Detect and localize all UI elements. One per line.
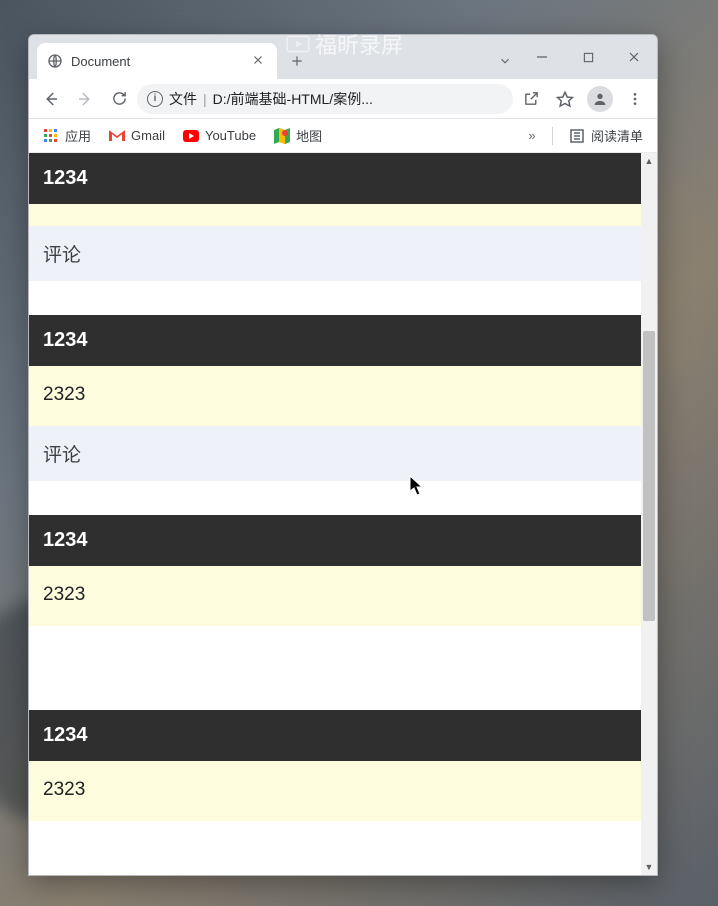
forward-button[interactable] [69,83,101,115]
url-separator: | [203,91,207,107]
card-header: 1234 [29,710,641,761]
url-text: D:/前端基础-HTML/案例... [213,89,503,109]
apps-icon [43,128,59,144]
reading-list-button[interactable]: 阅读清单 [561,122,651,149]
bookmark-label: 应用 [65,126,91,145]
url-scheme-label: 文件 [169,89,197,109]
card-footer: 评论 [29,426,641,481]
scroll-up-arrow[interactable]: ▲ [641,153,657,169]
address-bar: i 文件 | D:/前端基础-HTML/案例... [29,79,657,119]
close-window-button[interactable] [611,42,657,72]
minimize-button[interactable] [519,42,565,72]
card-header: 1234 [29,153,641,204]
card-item: 1234 2323 评论 [29,315,641,481]
bookmark-label: Gmail [131,128,165,143]
content-viewport: 1234 评论 1234 2323 评论 1234 2323 1234 2323 [29,153,657,875]
card-header: 1234 [29,315,641,366]
tab-strip: Document [29,35,657,79]
card-footer: 评论 [29,226,641,281]
browser-tab[interactable]: Document [37,43,277,79]
card-body: 2323 [29,366,641,426]
bookmark-label: 地图 [296,126,322,145]
bookmark-button[interactable] [549,83,581,115]
card-body [29,204,641,226]
card-header: 1234 [29,515,641,566]
bookmark-apps[interactable]: 应用 [35,122,99,149]
close-tab-icon[interactable] [251,53,267,69]
bookmark-maps[interactable]: 地图 [266,122,330,149]
card-item: 1234 评论 [29,153,641,281]
gmail-icon [109,128,125,144]
card-body: 2323 [29,566,641,626]
omnibox[interactable]: i 文件 | D:/前端基础-HTML/案例... [137,84,513,114]
bookmarks-bar: 应用 Gmail YouTube 地图 » 阅读清单 [29,119,657,153]
reading-list-label: 阅读清单 [591,126,643,145]
profile-button[interactable] [587,86,613,112]
tab-search-button[interactable] [491,47,519,75]
bookmark-label: YouTube [205,128,256,143]
maximize-button[interactable] [565,42,611,72]
bookmarks-separator [552,127,553,145]
scrollbar-thumb[interactable] [643,331,655,621]
card-item: 1234 2323 [29,515,641,626]
site-info-icon[interactable]: i [147,91,163,107]
scroll-down-arrow[interactable]: ▼ [641,859,657,875]
chrome-menu-button[interactable] [619,83,651,115]
vertical-scrollbar[interactable]: ▲ ▼ [641,153,657,875]
tab-title: Document [71,54,243,69]
bookmark-youtube[interactable]: YouTube [175,124,264,148]
bookmark-gmail[interactable]: Gmail [101,124,173,148]
globe-icon [47,53,63,69]
youtube-icon [183,128,199,144]
new-tab-button[interactable] [283,47,311,75]
card-item: 1234 2323 [29,710,641,821]
maps-icon [274,128,290,144]
reading-list-icon [569,128,585,144]
share-button[interactable] [515,83,547,115]
page-content[interactable]: 1234 评论 1234 2323 评论 1234 2323 1234 2323 [29,153,641,875]
window-controls [519,41,657,73]
bookmarks-overflow[interactable]: » [520,128,544,143]
back-button[interactable] [35,83,67,115]
browser-window: Document i 文件 | [28,34,658,876]
card-body: 2323 [29,761,641,821]
reload-button[interactable] [103,83,135,115]
